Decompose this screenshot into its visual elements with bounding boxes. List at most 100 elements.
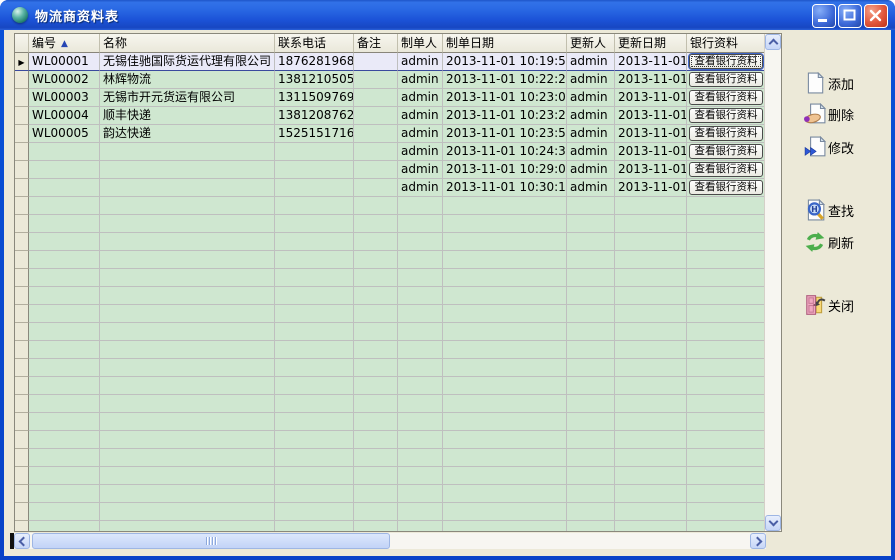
table-row[interactable]: WL00003无锡市开元货运有限公司13115097692admin2013-1… <box>15 89 765 107</box>
table-row[interactable]: WL00004顺丰快递13812087624admin2013-11-01 10… <box>15 107 765 125</box>
table-row[interactable]: WL00005韵达快递15251517169admin2013-11-01 10… <box>15 125 765 143</box>
view-bank-info-button[interactable]: 查看银行资料 <box>689 54 763 69</box>
row-selector[interactable] <box>15 161 29 179</box>
cell-phone <box>275 485 354 503</box>
scroll-up-button[interactable] <box>765 34 781 50</box>
close-button[interactable] <box>864 4 888 28</box>
view-bank-info-button[interactable]: 查看银行资料 <box>689 108 763 123</box>
row-selector[interactable] <box>15 251 29 269</box>
empty-row[interactable] <box>15 233 765 251</box>
row-selector[interactable] <box>15 233 29 251</box>
horizontal-scroll-thumb[interactable] <box>32 533 390 549</box>
svg-text:H: H <box>811 205 817 214</box>
empty-row[interactable] <box>15 503 765 521</box>
vertical-scrollbar[interactable] <box>764 34 781 531</box>
empty-row[interactable] <box>15 521 765 531</box>
empty-row[interactable] <box>15 251 765 269</box>
row-selector[interactable] <box>15 467 29 485</box>
scroll-down-button[interactable] <box>765 515 781 531</box>
row-selector[interactable] <box>15 503 29 521</box>
row-selector[interactable] <box>15 143 29 161</box>
row-selector[interactable] <box>15 485 29 503</box>
cell-update_date <box>615 431 687 449</box>
delete-button[interactable]: 删除 <box>804 103 854 125</box>
column-header-remark[interactable]: 备注 <box>354 34 398 53</box>
table-row[interactable]: WL00002林辉物流13812105057admin2013-11-01 10… <box>15 71 765 89</box>
horizontal-scrollbar[interactable] <box>14 533 766 549</box>
row-selector[interactable] <box>15 449 29 467</box>
empty-row[interactable] <box>15 377 765 395</box>
empty-row[interactable] <box>15 197 765 215</box>
column-header-bank[interactable]: 银行资料 <box>687 34 765 53</box>
row-selector[interactable] <box>15 197 29 215</box>
empty-row[interactable] <box>15 287 765 305</box>
view-bank-info-button[interactable]: 查看银行资料 <box>689 162 763 177</box>
row-selector[interactable] <box>15 71 29 89</box>
minimize-button[interactable] <box>812 4 836 28</box>
row-selector[interactable] <box>15 377 29 395</box>
empty-row[interactable] <box>15 341 765 359</box>
close-form-button[interactable]: 关闭 <box>804 294 854 316</box>
cell-creator: admin <box>398 125 443 143</box>
row-selector[interactable] <box>15 125 29 143</box>
cell-name <box>100 179 275 197</box>
view-bank-info-button[interactable]: 查看银行资料 <box>689 180 763 195</box>
view-bank-info-button[interactable]: 查看银行资料 <box>689 144 763 159</box>
column-header-create_date[interactable]: 制单日期 <box>443 34 567 53</box>
maximize-button[interactable] <box>838 4 862 28</box>
table-row[interactable]: admin2013-11-01 10:24:31admin2013-11-01查… <box>15 143 765 161</box>
table-row[interactable]: ▶WL00001无锡佳驰国际货运代理有限公司18762819685admin20… <box>15 53 765 71</box>
empty-row[interactable] <box>15 467 765 485</box>
row-selector[interactable] <box>15 215 29 233</box>
column-header-id[interactable]: 编号▲ <box>29 34 100 53</box>
row-selector[interactable]: ▶ <box>15 53 29 71</box>
title-bar[interactable]: 物流商资料表 <box>0 0 895 30</box>
cell-creator <box>398 269 443 287</box>
row-selector[interactable] <box>15 179 29 197</box>
row-selector[interactable] <box>15 521 29 531</box>
cell-creator: admin <box>398 53 443 71</box>
view-bank-info-button[interactable]: 查看银行资料 <box>689 126 763 141</box>
row-selector[interactable] <box>15 323 29 341</box>
empty-row[interactable] <box>15 359 765 377</box>
column-header-name[interactable]: 名称 <box>100 34 275 53</box>
scroll-right-button[interactable] <box>750 533 766 549</box>
empty-row[interactable] <box>15 305 765 323</box>
table-row[interactable]: admin2013-11-01 10:29:08admin2013-11-01查… <box>15 161 765 179</box>
empty-row[interactable] <box>15 431 765 449</box>
cell-phone <box>275 449 354 467</box>
empty-row[interactable] <box>15 413 765 431</box>
column-header-updater[interactable]: 更新人 <box>567 34 615 53</box>
cell-phone <box>275 287 354 305</box>
row-selector[interactable] <box>15 89 29 107</box>
view-bank-info-button[interactable]: 查看银行资料 <box>689 72 763 87</box>
row-selector[interactable] <box>15 269 29 287</box>
row-selector[interactable] <box>15 341 29 359</box>
cell-remark <box>354 161 398 179</box>
globe-icon <box>12 7 28 23</box>
column-header-creator[interactable]: 制单人 <box>398 34 443 53</box>
empty-row[interactable] <box>15 449 765 467</box>
empty-row[interactable] <box>15 395 765 413</box>
row-selector[interactable] <box>15 395 29 413</box>
refresh-button[interactable]: 刷新 <box>804 231 854 253</box>
view-bank-info-button[interactable]: 查看银行资料 <box>689 90 763 105</box>
column-header-phone[interactable]: 联系电话 <box>275 34 354 53</box>
empty-row[interactable] <box>15 215 765 233</box>
modify-button[interactable]: 修改 <box>804 136 854 158</box>
column-header-update_date[interactable]: 更新日期 <box>615 34 687 53</box>
row-selector[interactable] <box>15 305 29 323</box>
empty-row[interactable] <box>15 269 765 287</box>
row-selector[interactable] <box>15 413 29 431</box>
row-selector[interactable] <box>15 107 29 125</box>
row-selector[interactable] <box>15 359 29 377</box>
table-row[interactable]: admin2013-11-01 10:30:18admin2013-11-01查… <box>15 179 765 197</box>
empty-row[interactable] <box>15 485 765 503</box>
row-selector[interactable] <box>15 287 29 305</box>
add-button[interactable]: 添加 <box>804 72 854 94</box>
row-selector[interactable] <box>15 431 29 449</box>
cell-name <box>100 305 275 323</box>
find-button[interactable]: H 查找 <box>804 199 854 221</box>
empty-row[interactable] <box>15 323 765 341</box>
scroll-left-button[interactable] <box>14 533 30 549</box>
